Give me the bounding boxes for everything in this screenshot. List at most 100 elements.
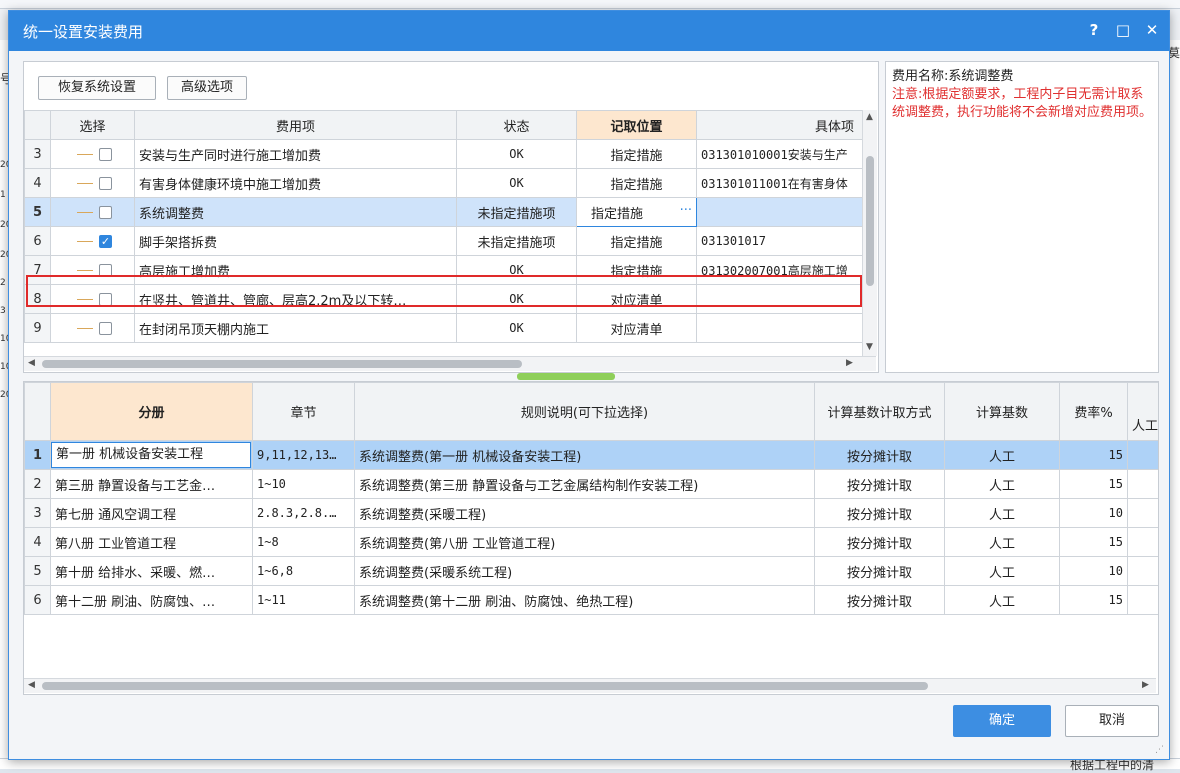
fee-specific-item[interactable]: 031302007001高层施工增 (696, 255, 862, 285)
fee-position[interactable]: 指定措施 (576, 139, 697, 169)
table-row[interactable]: 6 第十二册 刷油、防腐蚀、… 1~11 系统调整费(第十二册 刷油、防腐蚀、绝… (24, 585, 1158, 615)
fee-position[interactable]: 对应清单 (576, 313, 697, 343)
chapter-cell[interactable]: 1~6,8 (252, 556, 355, 586)
table-row-selected[interactable]: 5 系统调整费 未指定措施项 指定措施 ··· (24, 197, 862, 227)
scroll-left-icon[interactable]: ◀ (28, 358, 35, 368)
base-cell[interactable]: 人工 (944, 585, 1060, 615)
table-row[interactable]: 4 有害身体健康环境中施工增加费 OK 指定措施 031301011001在有害… (24, 168, 862, 198)
rate-cell[interactable]: 15 (1059, 469, 1128, 499)
method-cell[interactable]: 按分摊计取 (814, 469, 945, 499)
rule-cell[interactable]: 系统调整费(第一册 机械设备安装工程) (354, 440, 815, 470)
chapter-cell[interactable]: 1~8 (252, 527, 355, 557)
fee-position[interactable]: 指定措施 (576, 255, 697, 285)
splitter-handle[interactable] (517, 373, 615, 380)
chapter-cell[interactable]: 1~11 (252, 585, 355, 615)
rate-cell[interactable]: 15 (1059, 440, 1128, 470)
chapter-cell[interactable]: 1~10 (252, 469, 355, 499)
rule-cell[interactable]: 系统调整费(第十二册 刷油、防腐蚀、绝热工程) (354, 585, 815, 615)
base-cell[interactable]: 人工 (944, 527, 1060, 557)
rule-cell[interactable]: 系统调整费(第八册 工业管道工程) (354, 527, 815, 557)
table-row[interactable]: 3 第七册 通风空调工程 2.8.3,2.8.… 系统调整费(采暖工程) 按分摊… (24, 498, 1158, 528)
position-dropdown[interactable]: 指定措施 ··· (576, 197, 697, 227)
row-checkbox[interactable] (99, 292, 112, 306)
header-book[interactable]: 分册 (50, 382, 253, 441)
labor-cell[interactable] (1127, 527, 1158, 557)
rate-cell[interactable]: 10 (1059, 498, 1128, 528)
base-cell[interactable]: 人工 (944, 556, 1060, 586)
table-row[interactable]: 8 在竖井、管道井、管廊、层高2.2m及以下转… OK 对应清单 (24, 284, 862, 314)
advanced-options-button[interactable]: 高级选项 (167, 76, 247, 100)
base-cell[interactable]: 人工 (944, 498, 1060, 528)
rule-cell[interactable]: 系统调整费(采暖工程) (354, 498, 815, 528)
header-status[interactable]: 状态 (456, 110, 577, 140)
base-cell[interactable]: 人工 (944, 469, 1060, 499)
row-checkbox[interactable] (99, 147, 112, 161)
book-cell[interactable]: 第十册 给排水、采暖、燃… (50, 556, 253, 586)
fee-position[interactable]: 指定措施 (576, 226, 697, 256)
labor-cell[interactable] (1127, 469, 1158, 499)
row-checkbox[interactable] (99, 205, 112, 219)
help-button[interactable]: ? (1083, 19, 1105, 41)
close-button[interactable]: ✕ (1141, 19, 1163, 41)
chapter-cell[interactable]: 9,11,12,13… (252, 440, 355, 470)
cancel-button[interactable]: 取消 (1065, 705, 1159, 737)
scroll-thumb[interactable] (42, 682, 928, 690)
fee-position[interactable]: 对应清单 (576, 284, 697, 314)
book-cell[interactable]: 第八册 工业管道工程 (50, 527, 253, 557)
scroll-left-icon[interactable]: ◀ (28, 680, 35, 690)
row-checkbox[interactable] (99, 263, 112, 277)
table-row[interactable]: 4 第八册 工业管道工程 1~8 系统调整费(第八册 工业管道工程) 按分摊计取… (24, 527, 1158, 557)
top-horizontal-scrollbar[interactable]: ◀ ▶ (24, 356, 876, 371)
table-row[interactable]: 5 第十册 给排水、采暖、燃… 1~6,8 系统调整费(采暖系统工程) 按分摊计… (24, 556, 1158, 586)
method-cell[interactable]: 按分摊计取 (814, 527, 945, 557)
scroll-right-icon[interactable]: ▶ (846, 358, 853, 368)
fee-specific-item[interactable] (696, 284, 862, 314)
rate-cell[interactable]: 15 (1059, 527, 1128, 557)
scroll-up-icon[interactable]: ▲ (866, 112, 873, 122)
scroll-thumb[interactable] (42, 360, 522, 368)
header-rate[interactable]: 费率% (1059, 382, 1128, 441)
scroll-thumb[interactable] (866, 156, 874, 286)
header-rule[interactable]: 规则说明(可下拉选择) (354, 382, 815, 441)
table-row-selected[interactable]: 1 第一册 机械设备安装工程 9,11,12,13… 系统调整费(第一册 机械设… (24, 440, 1158, 470)
method-cell[interactable]: 按分摊计取 (814, 585, 945, 615)
fee-specific-item[interactable]: 031301011001在有害身体 (696, 168, 862, 198)
book-cell[interactable]: 第七册 通风空调工程 (50, 498, 253, 528)
labor-cell[interactable] (1127, 440, 1158, 470)
table-row[interactable]: 6 ✓ 脚手架搭拆费 未指定措施项 指定措施 031301017 (24, 226, 862, 256)
bottom-horizontal-scrollbar[interactable]: ◀ ▶ (24, 678, 1156, 693)
ellipsis-button[interactable]: ··· (680, 203, 692, 218)
labor-cell[interactable] (1127, 585, 1158, 615)
header-fee-item[interactable]: 费用项 (134, 110, 457, 140)
book-cell-editing[interactable]: 第一册 机械设备安装工程 (51, 442, 251, 468)
ok-button[interactable]: 确定 (953, 705, 1051, 737)
table-row[interactable]: 7 高层施工增加费 OK 指定措施 031302007001高层施工增 (24, 255, 862, 285)
restore-defaults-button[interactable]: 恢复系统设置 (38, 76, 156, 100)
scroll-right-icon[interactable]: ▶ (1142, 680, 1149, 690)
rule-cell[interactable]: 系统调整费(第三册 静置设备与工艺金属结构制作安装工程) (354, 469, 815, 499)
header-chapter[interactable]: 章节 (252, 382, 355, 441)
table-row[interactable]: 3 安装与生产同时进行施工增加费 OK 指定措施 031301010001安装与… (24, 139, 862, 169)
row-checkbox-checked[interactable]: ✓ (99, 234, 112, 248)
method-cell[interactable]: 按分摊计取 (814, 498, 945, 528)
header-position[interactable]: 记取位置 (576, 110, 697, 140)
book-cell[interactable]: 第十二册 刷油、防腐蚀、… (50, 585, 253, 615)
fee-specific-item[interactable] (696, 197, 862, 227)
fee-specific-item[interactable]: 031301017 (696, 226, 862, 256)
labor-cell[interactable] (1127, 498, 1158, 528)
book-cell[interactable]: 第三册 静置设备与工艺金… (50, 469, 253, 499)
scroll-down-icon[interactable]: ▼ (866, 342, 873, 352)
header-base[interactable]: 计算基数 (944, 382, 1060, 441)
rate-cell[interactable]: 10 (1059, 556, 1128, 586)
top-vertical-scrollbar[interactable]: ▲ ▼ (862, 110, 877, 356)
header-select[interactable]: 选择 (50, 110, 135, 140)
rule-cell[interactable]: 系统调整费(采暖系统工程) (354, 556, 815, 586)
dialog-titlebar[interactable]: 统一设置安装费用 ? □ ✕ (9, 11, 1169, 51)
maximize-button[interactable]: □ (1112, 19, 1134, 41)
method-cell[interactable]: 按分摊计取 (814, 556, 945, 586)
table-row[interactable]: 9 在封闭吊顶天棚内施工 OK 对应清单 (24, 313, 862, 343)
labor-cell[interactable] (1127, 556, 1158, 586)
row-checkbox[interactable] (99, 176, 112, 190)
resize-grip-icon[interactable]: ⋰ (1155, 745, 1164, 755)
fee-specific-item[interactable]: 031301010001安装与生产 (696, 139, 862, 169)
